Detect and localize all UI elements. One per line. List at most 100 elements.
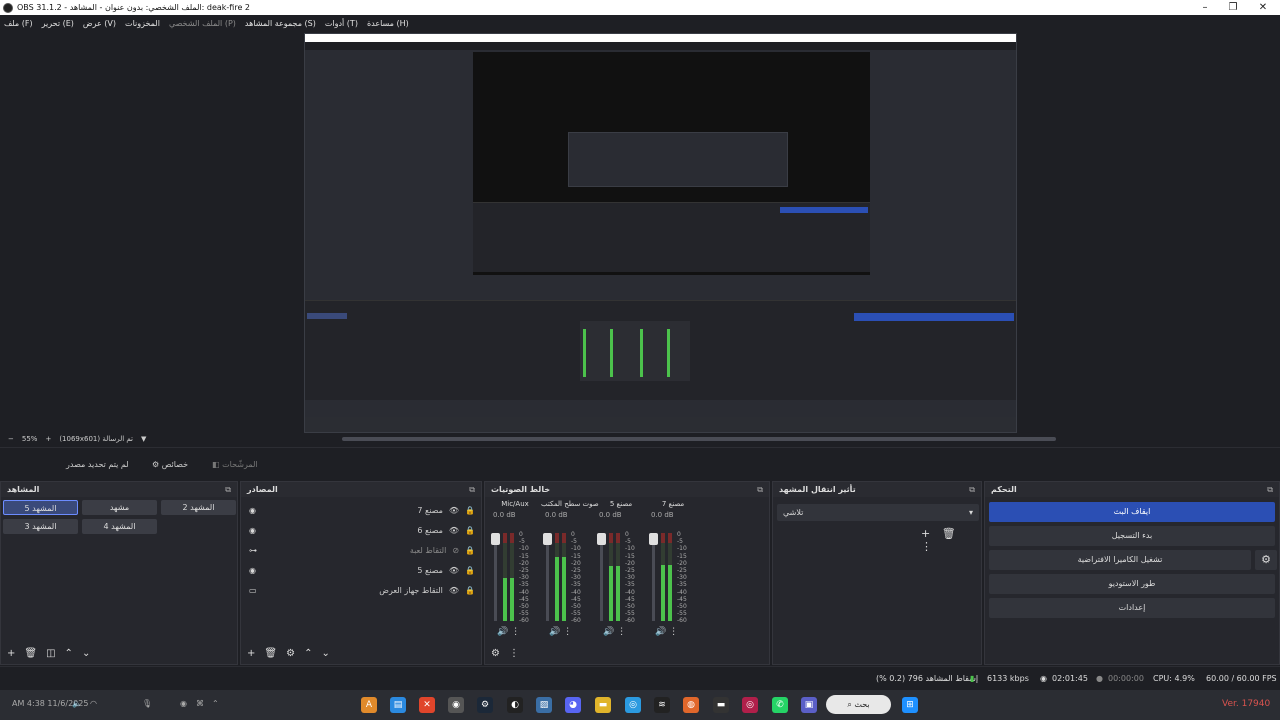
scene-item[interactable]: المشهد 2 [161, 500, 236, 515]
eye-hidden-icon[interactable]: ⊘ [452, 546, 459, 555]
transition-select[interactable]: تلاشي ▾ [777, 504, 979, 521]
obs-taskbar-icon[interactable]: ◉ [448, 697, 464, 713]
app-icon[interactable]: ▬ [713, 697, 729, 713]
github-icon[interactable]: ◐ [507, 697, 523, 713]
eye-icon[interactable]: 👁 [449, 526, 459, 535]
app-icon[interactable]: A [361, 697, 377, 713]
source-row[interactable]: ⊶ التقاط لعبة ⊘ 🔒 [245, 540, 479, 560]
teams-icon[interactable]: ▣ [801, 697, 817, 713]
dock-popout-icon[interactable]: ⧉ [225, 482, 231, 497]
close-button[interactable]: ✕ [1248, 0, 1278, 15]
menu-edit[interactable]: تحرير (E) [42, 19, 74, 28]
lock-icon[interactable]: 🔒 [465, 586, 475, 595]
eye-icon[interactable]: 👁 [449, 566, 459, 575]
steam-icon[interactable]: ⚙ [477, 697, 493, 713]
add-transition-icon[interactable]: + [921, 527, 930, 540]
start-recording-button[interactable]: بدء التسجيل [989, 526, 1275, 546]
channel-menu-icon[interactable]: ⋮ [563, 627, 572, 637]
obs-tray-icon[interactable]: ◉ [180, 699, 187, 708]
app-icon[interactable]: ◎ [742, 697, 758, 713]
mic-icon[interactable]: 🎙 [142, 699, 152, 708]
properties-button[interactable]: ⚙ خصائص [146, 456, 194, 474]
scene-item[interactable]: المشهد 5 [3, 500, 78, 515]
move-up-icon[interactable]: ⌃ [65, 648, 73, 659]
remove-transition-icon[interactable]: 🗑 [942, 527, 956, 540]
lock-icon[interactable]: 🔒 [465, 526, 475, 535]
volume-icon[interactable]: 🔈 [72, 699, 82, 708]
speaker-icon[interactable]: 🔊 [655, 627, 666, 637]
dock-popout-icon[interactable]: ⧉ [969, 482, 975, 497]
photos-icon[interactable]: ▨ [536, 697, 552, 713]
speaker-icon[interactable]: 🔊 [549, 627, 560, 637]
lock-icon[interactable]: 🔒 [465, 506, 475, 515]
source-row[interactable]: ◉ مصنع 7 👁 🔒 [245, 500, 479, 520]
menu-tools[interactable]: أدوات (T) [325, 19, 358, 28]
eye-icon[interactable]: 👁 [449, 586, 459, 595]
scene-item[interactable]: مشهد [82, 500, 157, 515]
eye-icon[interactable]: 👁 [449, 506, 459, 515]
move-up-icon[interactable]: ⌃ [304, 648, 312, 659]
windows-start-icon[interactable]: ⊞ [902, 697, 918, 713]
stop-stream-button[interactable]: ايقاف البث [989, 502, 1275, 522]
dock-popout-icon[interactable]: ⧉ [1267, 482, 1273, 497]
lock-icon[interactable]: 🔒 [465, 546, 475, 555]
menu-help[interactable]: مساعدة (H) [367, 19, 409, 28]
notepad-icon[interactable]: ▤ [390, 697, 406, 713]
scene-filter-icon[interactable]: ◫ [46, 648, 55, 659]
mixer-menu-icon[interactable]: ⋮ [509, 648, 519, 659]
maximize-button[interactable]: ❐ [1218, 0, 1248, 15]
taskbar-search[interactable]: ⌕ بحث [826, 695, 891, 714]
dock-popout-icon[interactable]: ⧉ [757, 482, 763, 497]
menu-scene-collection[interactable]: مجموعة المشاهد (S) [245, 19, 316, 28]
tray-expand-icon[interactable]: ⌃ [212, 699, 219, 708]
remove-scene-icon[interactable]: 🗑 [24, 648, 37, 659]
minimize-button[interactable]: – [1190, 0, 1220, 15]
volume-fader[interactable] [597, 533, 606, 621]
preview-scrollbar[interactable] [342, 437, 1056, 441]
transition-menu-icon[interactable]: ⋮ [921, 540, 932, 553]
channel-menu-icon[interactable]: ⋮ [511, 627, 520, 637]
fader-knob[interactable] [543, 533, 552, 545]
discord-icon[interactable]: ◕ [565, 697, 581, 713]
mixer-advanced-icon[interactable]: ⚙ [491, 648, 500, 659]
volume-fader[interactable] [649, 533, 658, 621]
volume-fader[interactable] [491, 533, 500, 621]
add-source-icon[interactable]: + [247, 648, 255, 659]
menu-profile[interactable]: الملف الشخصي (P) [169, 19, 236, 28]
scene-item[interactable]: المشهد 3 [3, 519, 78, 534]
speaker-icon[interactable]: 🔊 [497, 627, 508, 637]
chrome-icon[interactable]: ◎ [625, 697, 641, 713]
fader-knob[interactable] [649, 533, 658, 545]
virtual-camera-button[interactable]: تشغيل الكاميرا الافتراضية [989, 550, 1251, 570]
filters-button[interactable]: ◧ المرشّحات [206, 456, 264, 474]
menu-view[interactable]: عرض (V) [83, 19, 116, 28]
wifi-icon[interactable]: ◠ [90, 699, 97, 708]
dock-popout-icon[interactable]: ⧉ [469, 482, 475, 497]
volume-fader[interactable] [543, 533, 552, 621]
scene-item[interactable]: المشهد 4 [82, 519, 157, 534]
move-down-icon[interactable]: ⌄ [321, 648, 329, 659]
zoom-in-button[interactable]: + [45, 435, 51, 443]
source-row[interactable]: ◉ مصنع 6 👁 🔒 [245, 520, 479, 540]
source-properties-icon[interactable]: ⚙ [286, 648, 295, 659]
whatsapp-icon[interactable]: ✆ [772, 697, 788, 713]
app-icon[interactable]: ✕ [419, 697, 435, 713]
channel-menu-icon[interactable]: ⋮ [669, 627, 678, 637]
folder-icon[interactable]: ▬ [595, 697, 611, 713]
source-row[interactable]: ▭ التقاط جهاز العرض 👁 🔒 [245, 580, 479, 600]
zoom-out-button[interactable]: − [8, 435, 14, 443]
settings-button[interactable]: إعدادات [989, 598, 1275, 618]
source-row[interactable]: ◉ مصنع 5 👁 🔒 [245, 560, 479, 580]
menu-file[interactable]: ملف (F) [4, 19, 33, 28]
menu-docks[interactable]: المخزونات [125, 19, 160, 28]
firefox-icon[interactable]: ◍ [683, 697, 699, 713]
virtual-camera-settings-icon[interactable]: ⚙ [1255, 550, 1277, 570]
fader-knob[interactable] [491, 533, 500, 545]
speaker-icon[interactable]: 🔊 [603, 627, 614, 637]
preview-canvas[interactable] [0, 32, 1280, 433]
app-icon[interactable]: ≋ [654, 697, 670, 713]
move-down-icon[interactable]: ⌄ [82, 648, 90, 659]
studio-mode-button[interactable]: طور الاستوديو [989, 574, 1275, 594]
add-scene-icon[interactable]: + [7, 648, 15, 659]
lock-icon[interactable]: 🔒 [465, 566, 475, 575]
